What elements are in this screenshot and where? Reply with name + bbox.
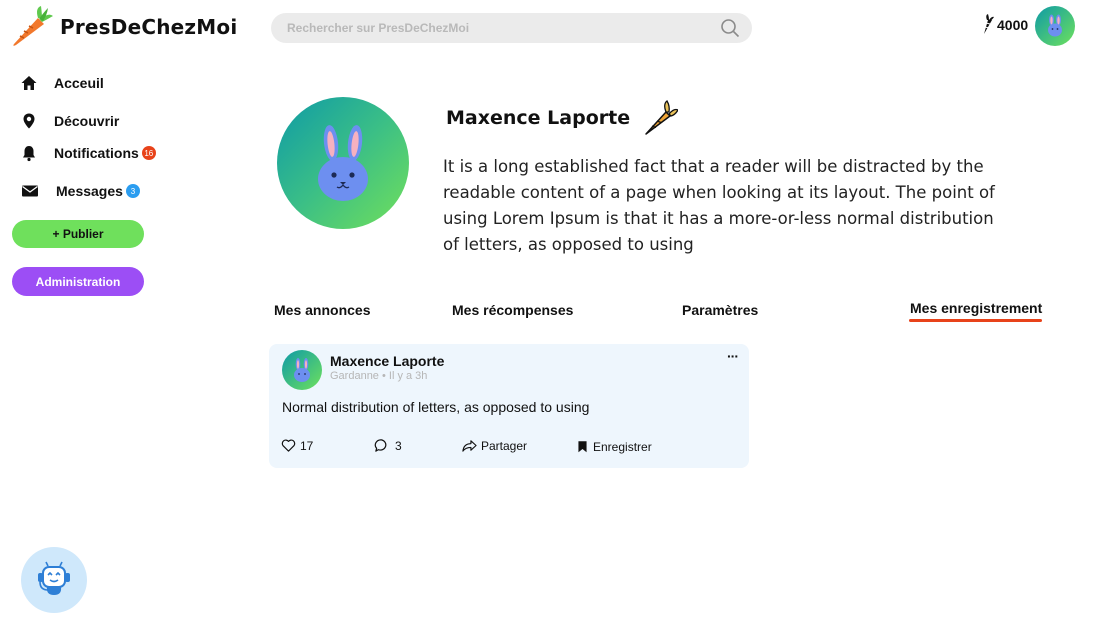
tab-mes-annonces[interactable]: Mes annonces xyxy=(274,302,370,318)
tab-parametres[interactable]: Paramètres xyxy=(682,302,758,318)
profile-avatar xyxy=(277,97,409,229)
post-meta: Gardanne • Il y a 3h xyxy=(330,370,428,382)
share-label: Partager xyxy=(481,438,528,453)
save-label: Enregistrer xyxy=(593,439,652,454)
notification-count-badge: 16 xyxy=(141,146,156,160)
comment-button[interactable]: 3 xyxy=(374,438,402,453)
publish-button[interactable]: + Publier xyxy=(12,220,144,248)
tab-mes-recompenses[interactable]: Mes récompenses xyxy=(452,302,573,318)
rabbit-avatar-icon xyxy=(318,125,368,201)
chatbot-button[interactable] xyxy=(21,547,87,613)
search-input[interactable] xyxy=(287,21,720,35)
carrot-logo-icon xyxy=(13,6,53,46)
sidebar-item-label: Messages xyxy=(56,183,123,199)
sidebar-item-messages[interactable]: Messages 3 xyxy=(20,182,140,200)
share-arrow-icon xyxy=(462,440,477,452)
post-text: Normal distribution of letters, as oppos… xyxy=(282,399,590,415)
carrot-coin-icon xyxy=(984,14,994,34)
coin-balance: 4000 xyxy=(982,14,1028,36)
more-options-icon[interactable]: ··· xyxy=(727,348,739,364)
post-author-avatar[interactable] xyxy=(282,350,322,390)
sidebar-item-notifications[interactable]: Notifications 16 xyxy=(20,144,156,162)
search-bar[interactable] xyxy=(271,13,752,43)
rabbit-avatar-icon xyxy=(1048,14,1062,37)
rabbit-avatar-icon xyxy=(294,358,310,382)
coin-balance-value: 4000 xyxy=(997,17,1029,33)
share-button[interactable]: Partager xyxy=(462,438,527,453)
sidebar-item-accueil[interactable]: Acceuil xyxy=(20,74,104,92)
comment-count: 3 xyxy=(395,438,402,453)
like-button[interactable]: 17 xyxy=(281,438,313,453)
active-tab-indicator xyxy=(909,319,1042,322)
envelope-icon xyxy=(22,185,38,197)
brand-logo[interactable]: PresDeChezMoi xyxy=(8,4,237,50)
administration-button[interactable]: Administration xyxy=(12,267,144,296)
sidebar-item-label: Acceuil xyxy=(54,75,104,91)
robot-assistant-icon xyxy=(38,561,70,595)
save-button[interactable]: Enregistrer xyxy=(576,439,652,454)
sidebar-item-decouvrir[interactable]: Découvrir xyxy=(20,112,119,130)
post-author-name[interactable]: Maxence Laporte xyxy=(330,353,444,369)
location-pin-icon xyxy=(23,113,35,129)
heart-icon xyxy=(281,439,296,452)
sidebar-item-label: Découvrir xyxy=(54,113,120,129)
home-icon xyxy=(21,76,37,90)
comment-icon xyxy=(374,439,387,452)
user-avatar[interactable] xyxy=(1035,6,1075,46)
sidebar-item-label: Notifications xyxy=(54,145,139,161)
bell-icon xyxy=(23,146,35,162)
like-count: 17 xyxy=(300,438,314,453)
tab-mes-enregistrement[interactable]: Mes enregistrement xyxy=(910,300,1042,318)
bookmark-icon xyxy=(578,441,587,453)
profile-name: Maxence Laporte xyxy=(446,107,631,129)
carrot-badge-icon xyxy=(645,100,678,135)
search-icon[interactable] xyxy=(720,18,740,38)
brand-name: PresDeChezMoi xyxy=(60,15,238,39)
message-count-badge: 3 xyxy=(125,184,140,198)
saved-post-card: Maxence Laporte Gardanne • Il y a 3h ···… xyxy=(269,344,749,468)
profile-bio: It is a long established fact that a rea… xyxy=(443,157,995,254)
